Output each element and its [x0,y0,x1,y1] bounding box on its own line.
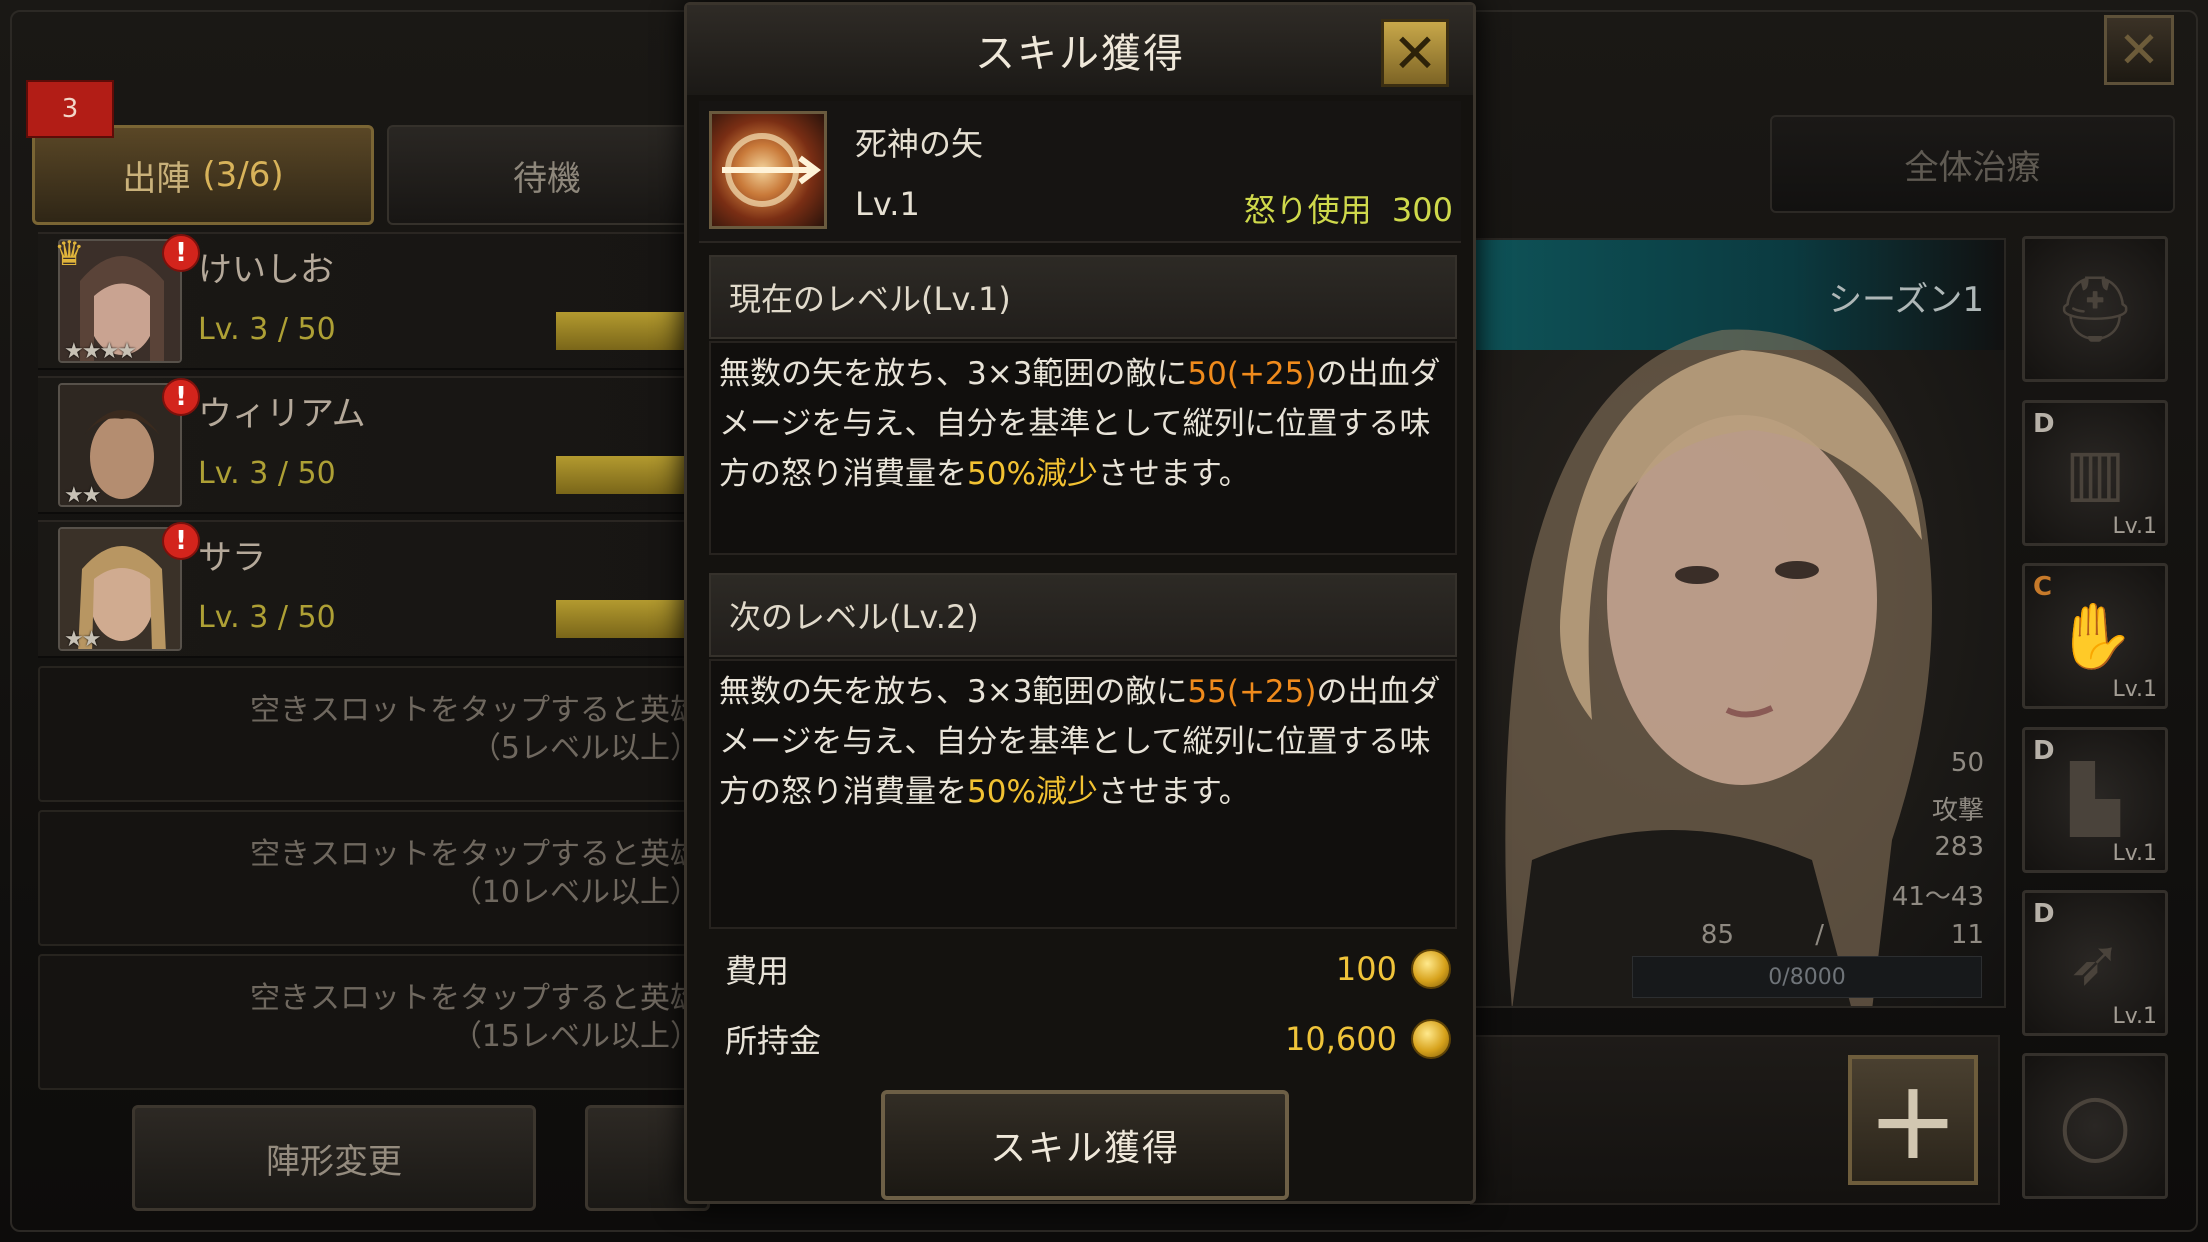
close-icon[interactable]: ✕ [2104,15,2174,85]
grade-label: D [2033,736,2055,766]
grade-label: C [2033,572,2053,602]
hero-portrait: シーズン1 50 攻撃 283 41～43 85 / 11 0/8000 [1470,238,2006,1008]
tab-deploy-count: (3/6) [202,155,284,195]
empty-slot[interactable]: 空きスロットをタップすると英雄 （15レベル以上） [38,954,710,1090]
hero-row[interactable]: ♛ ! ★★★★ けいしお Lv. 3 / 50 [38,232,710,370]
hero-row[interactable]: ! ★★ ウィリアム Lv. 3 / 50 [38,376,710,514]
dialog-title: スキル獲得 [687,5,1473,95]
rage-label: 怒り使用 [1243,191,1372,229]
hero-name: ウィリアム [198,394,366,434]
stat-value: 11 [1950,920,1984,950]
equip-slot-armor[interactable]: ▥ D Lv.1 [2022,400,2168,546]
alert-icon: ! [162,378,200,416]
current-level-description: 無数の矢を放ち、3×3範囲の敵に50(+25)の出血ダメージを与え、自分を基準と… [709,341,1457,555]
empty-slot-text: 空きスロットをタップすると英雄 （15レベル以上） [250,980,700,1056]
hero-row[interactable]: ! ★★ サラ Lv. 3 / 50 [38,520,710,658]
damage-value: 50(+25) [1187,356,1317,392]
stat-label: 攻撃 [1931,796,1984,826]
current-level-header: 現在のレベル(Lv.1) [709,255,1457,339]
skill-name: 死神の矢 [855,125,984,163]
skill-acquire-dialog: スキル獲得 ✕ 死神の矢 Lv.1 怒り使用 300 現在のレベル(Lv.1) … [684,2,1476,1204]
equip-slot-ring[interactable]: ◯ [2022,1053,2168,1199]
equip-slot-gloves[interactable]: ✋ C Lv.1 [2022,563,2168,709]
funds-label: 所持金 [725,1022,822,1060]
equip-level: Lv.1 [2112,1004,2157,1029]
stat-separator: / [1815,920,1824,950]
notification-badge: 3 [26,80,114,138]
cost-row: 費用 100 [709,939,1457,999]
crown-icon: ♛ [54,234,85,274]
empty-slot-line1: 空きスロットをタップすると英雄 [250,981,700,1016]
empty-slot-line2: （5レベル以上） [470,731,700,766]
stat-value: 85 [1700,920,1734,950]
xp-bar: 0/8000 [1632,956,1982,998]
hero-name: サラ [198,538,266,578]
hero-name: けいしお [198,250,334,290]
tab-deploy[interactable]: 出陣 (3/6) [32,125,374,225]
equip-level: Lv.1 [2112,841,2157,866]
skill-header: 死神の矢 Lv.1 怒り使用 300 [699,101,1461,243]
equip-level: Lv.1 [2112,677,2157,702]
star-rating: ★★ [64,483,101,508]
grade-label: D [2033,899,2055,929]
gold-coin-icon [1411,949,1451,989]
rage-cost: 怒り使用 300 [1244,185,1453,231]
stat-value: 283 [1934,832,1984,862]
heal-all-button[interactable]: 全体治療 [1770,115,2175,213]
roster-panel: 出陣 (3/6) 3 待機 ♛ ! ★★★★ けいしお Lv. 3 / 50 !… [20,10,710,1232]
desc-text: させます。 [1097,456,1250,492]
empty-slot-text: 空きスロットをタップすると英雄 （5レベル以上） [250,692,700,768]
tab-deploy-label: 出陣 [122,158,191,199]
empty-slot[interactable]: 空きスロットをタップすると英雄 （5レベル以上） [38,666,710,802]
desc-text: 無数の矢を放ち、3×3範囲の敵に [719,356,1188,392]
alert-icon: ! [162,234,200,272]
season-label: シーズン1 [1828,280,1984,320]
empty-slot[interactable]: 空きスロットをタップすると英雄 （10レベル以上） [38,810,710,946]
acquire-skill-button[interactable]: スキル獲得 [881,1090,1289,1200]
cost-value: 100 [1335,950,1397,988]
hero-level: Lv. 3 / 50 [198,312,336,347]
funds-value: 10,600 [1285,1020,1397,1058]
equip-slot-helmet[interactable]: ⛑ [2022,236,2168,382]
tab-standby[interactable]: 待機 [387,125,707,225]
ring-icon: ◯ [2059,1089,2131,1163]
add-icon[interactable]: + [1848,1055,1978,1185]
equip-level: Lv.1 [2112,514,2157,539]
game-screen: { "roster": { "notification_count": "3",… [0,0,2208,1242]
rage-value: 300 [1391,191,1453,229]
helmet-icon: ⛑ [2054,272,2136,347]
cost-label: 費用 [725,952,790,990]
close-icon[interactable]: ✕ [1381,19,1449,87]
alert-icon: ! [162,522,200,560]
empty-slot-line2: （10レベル以上） [451,875,700,910]
next-level-header: 次のレベル(Lv.2) [709,573,1457,657]
skill-level: Lv.1 [855,185,920,223]
formation-change-button[interactable]: 陣形変更 [132,1105,536,1211]
damage-value: 55(+25) [1187,674,1317,710]
hero-level: Lv. 3 / 50 [198,456,336,491]
empty-slot-text: 空きスロットをタップすると英雄 （10レベル以上） [250,836,700,912]
reduction-value: 50%減少 [967,456,1098,492]
desc-text: させます。 [1097,774,1250,810]
gold-coin-icon [1411,1019,1451,1059]
grade-label: D [2033,409,2055,439]
empty-slot-line1: 空きスロットをタップすると英雄 [250,693,700,728]
star-rating: ★★ [64,627,101,652]
next-level-description: 無数の矢を放ち、3×3範囲の敵に55(+25)の出血ダメージを与え、自分を基準と… [709,659,1457,929]
funds-row: 所持金 10,600 [709,1009,1457,1069]
stat-value: 41～43 [1891,882,1984,912]
equip-slot-weapon[interactable]: ➶ D Lv.1 [2022,890,2168,1036]
stat-value: 50 [1950,748,1984,778]
empty-slot-line1: 空きスロットをタップすると英雄 [250,837,700,872]
empty-slot-line2: （15レベル以上） [451,1019,700,1054]
arrow-skill-icon [709,111,827,229]
equip-slot-boots[interactable]: ▙ D Lv.1 [2022,727,2168,873]
hero-level: Lv. 3 / 50 [198,600,336,635]
reduction-value: 50%減少 [967,774,1098,810]
star-rating: ★★★★ [64,339,137,364]
desc-text: 無数の矢を放ち、3×3範囲の敵に [719,674,1188,710]
